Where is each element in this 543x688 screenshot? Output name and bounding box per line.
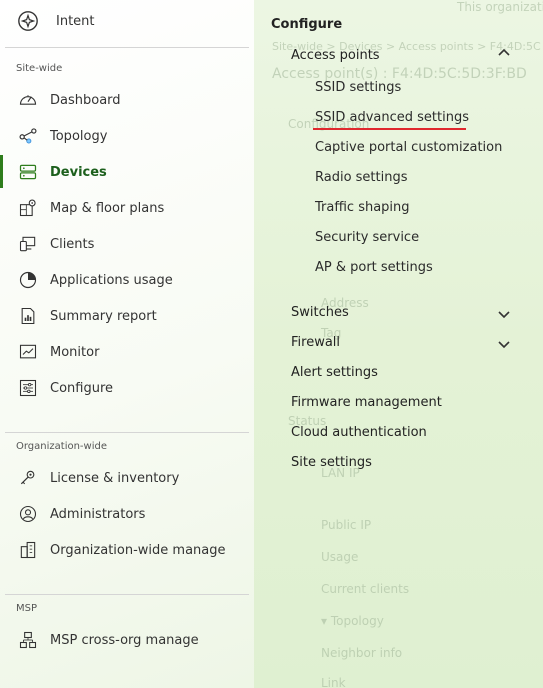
sidebar-item-label: Applications usage bbox=[50, 272, 173, 288]
sidebar-item-label: Configure bbox=[50, 380, 114, 396]
configure-flyout: This organizati Site-wide > Devices > Ac… bbox=[254, 0, 543, 688]
flyout-title: Configure bbox=[271, 17, 343, 32]
pie-chart-icon bbox=[16, 268, 40, 292]
menu-captive-portal[interactable]: Captive portal customization bbox=[315, 140, 502, 155]
link-ghost: Link bbox=[321, 676, 346, 688]
menu-alert-settings[interactable]: Alert settings bbox=[291, 365, 378, 380]
topology-ghost: ▾ Topology bbox=[321, 614, 384, 628]
key-icon bbox=[16, 466, 40, 490]
chevron-up-icon[interactable] bbox=[497, 46, 511, 60]
admin-icon bbox=[16, 502, 40, 526]
sidebar-item-administrators[interactable]: Administrators bbox=[16, 496, 145, 532]
chevron-down-icon[interactable] bbox=[497, 307, 511, 321]
divider bbox=[5, 594, 249, 595]
sidebar-item-label: License & inventory bbox=[50, 470, 180, 486]
chevron-down-icon[interactable] bbox=[497, 337, 511, 351]
sidebar-item-label: Devices bbox=[50, 164, 107, 180]
usage-ghost: Usage bbox=[321, 550, 359, 564]
sidebar-item-devices[interactable]: Devices bbox=[16, 154, 107, 190]
sidebar-item-label: Clients bbox=[50, 236, 95, 252]
menu-access-points-label: Access points bbox=[291, 48, 380, 63]
intent-item[interactable]: Intent bbox=[16, 6, 95, 36]
sidebar-item-monitor[interactable]: Monitor bbox=[16, 334, 99, 370]
devices-icon bbox=[16, 160, 40, 184]
site-wide-label: Site-wide bbox=[16, 63, 63, 74]
msp-label: MSP bbox=[16, 603, 38, 614]
org-wide-label: Organization-wide bbox=[16, 441, 107, 452]
highlight-underline bbox=[313, 128, 466, 130]
sidebar-item-label: Organization-wide manage bbox=[50, 542, 226, 558]
sidebar-item-summary-report[interactable]: Summary report bbox=[16, 298, 157, 334]
divider bbox=[5, 47, 249, 48]
clients-icon bbox=[16, 232, 40, 256]
intent-label: Intent bbox=[56, 13, 95, 29]
menu-ssid-advanced-settings[interactable]: SSID advanced settings bbox=[315, 110, 469, 125]
sidebar-item-topology[interactable]: Topology bbox=[16, 118, 107, 154]
menu-traffic-shaping[interactable]: Traffic shaping bbox=[315, 200, 410, 215]
map-icon bbox=[16, 196, 40, 220]
monitor-icon bbox=[16, 340, 40, 364]
sliders-icon bbox=[16, 376, 40, 400]
org-tree-icon bbox=[16, 628, 40, 652]
menu-firewall[interactable]: Firewall bbox=[291, 335, 340, 350]
menu-ssid-settings[interactable]: SSID settings bbox=[315, 80, 401, 95]
topology-icon bbox=[16, 124, 40, 148]
current-clients-ghost: Current clients bbox=[321, 582, 410, 596]
sidebar: Intent Site-wide Dashboard Topology Devi… bbox=[0, 0, 254, 688]
sidebar-item-license-inventory[interactable]: License & inventory bbox=[16, 460, 179, 496]
divider bbox=[5, 432, 249, 433]
menu-cloud-authentication[interactable]: Cloud authentication bbox=[291, 425, 427, 440]
menu-switches[interactable]: Switches bbox=[291, 305, 349, 320]
active-indicator bbox=[0, 155, 3, 188]
intent-icon bbox=[16, 9, 40, 33]
org-name-ghost: This organizati bbox=[457, 0, 543, 14]
buildings-icon bbox=[16, 538, 40, 562]
sidebar-item-msp-cross-org[interactable]: MSP cross-org manage bbox=[16, 622, 199, 658]
sidebar-item-dashboard[interactable]: Dashboard bbox=[16, 82, 121, 118]
sidebar-item-configure[interactable]: Configure bbox=[16, 370, 113, 406]
menu-ap-port-settings[interactable]: AP & port settings bbox=[315, 260, 433, 275]
sidebar-item-label: Summary report bbox=[50, 308, 157, 324]
menu-site-settings[interactable]: Site settings bbox=[291, 455, 372, 470]
menu-security-service[interactable]: Security service bbox=[315, 230, 419, 245]
sidebar-item-label: Administrators bbox=[50, 506, 146, 522]
sidebar-item-applications-usage[interactable]: Applications usage bbox=[16, 262, 173, 298]
menu-firmware-management[interactable]: Firmware management bbox=[291, 395, 442, 410]
sidebar-item-map[interactable]: Map & floor plans bbox=[16, 190, 164, 226]
topology-ghost-label: Topology bbox=[330, 614, 384, 628]
public-ip-ghost: Public IP bbox=[321, 518, 372, 532]
sidebar-item-org-wide-manage[interactable]: Organization-wide manage bbox=[16, 532, 226, 568]
menu-radio-settings[interactable]: Radio settings bbox=[315, 170, 408, 185]
sidebar-item-label: Monitor bbox=[50, 344, 100, 360]
topology-icon: ▾ bbox=[321, 614, 331, 628]
sidebar-item-label: Topology bbox=[50, 128, 108, 144]
gauge-icon bbox=[16, 88, 40, 112]
sidebar-item-label: Dashboard bbox=[50, 92, 121, 108]
neighbor-info-ghost: Neighbor info bbox=[321, 646, 403, 660]
report-icon bbox=[16, 304, 40, 328]
menu-access-points[interactable]: Access points bbox=[291, 48, 380, 63]
sidebar-item-clients[interactable]: Clients bbox=[16, 226, 94, 262]
sidebar-item-label: Map & floor plans bbox=[50, 200, 165, 216]
sidebar-item-label: MSP cross-org manage bbox=[50, 632, 199, 648]
